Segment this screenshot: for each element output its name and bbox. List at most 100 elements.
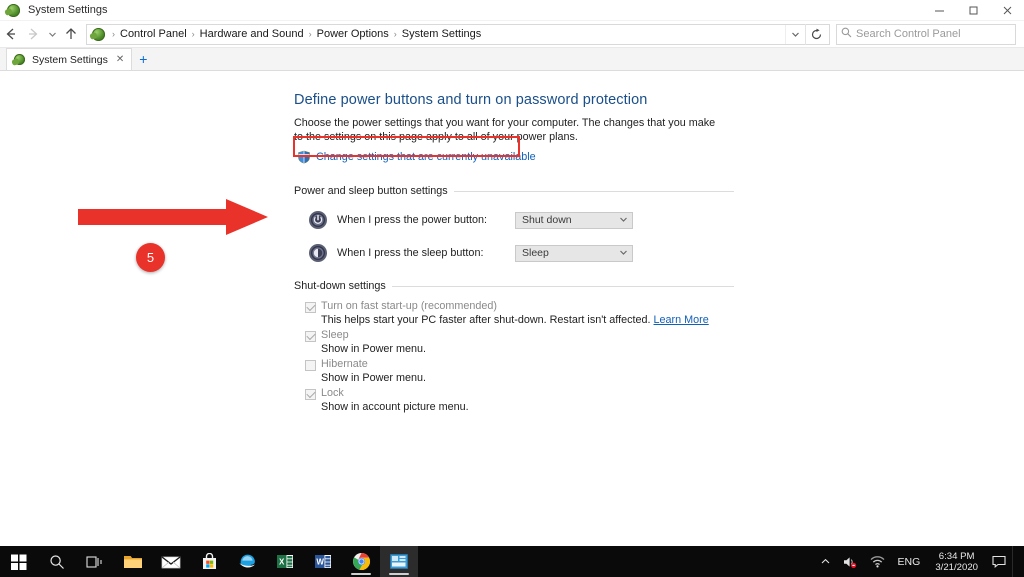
power-button-setting-row: When I press the power button: Shut down bbox=[294, 210, 734, 230]
clock[interactable]: 6:34 PM 3/21/2020 bbox=[927, 551, 986, 573]
recent-locations-chevron-down-icon[interactable] bbox=[44, 23, 60, 45]
maximize-icon[interactable] bbox=[956, 0, 990, 21]
power-sleep-group-header: Power and sleep button settings bbox=[294, 185, 734, 197]
chevron-down-icon bbox=[619, 248, 628, 259]
content-area: Define power buttons and turn on passwor… bbox=[0, 71, 1024, 542]
clock-time: 6:34 PM bbox=[938, 550, 975, 562]
start-button[interactable] bbox=[0, 546, 38, 577]
fast-startup-description: This helps start your PC faster after sh… bbox=[305, 314, 734, 326]
minimize-icon[interactable] bbox=[922, 0, 956, 21]
internet-explorer-button[interactable] bbox=[228, 546, 266, 577]
chrome-button[interactable] bbox=[342, 546, 380, 577]
page-description: Choose the power settings that you want … bbox=[294, 117, 716, 143]
breadcrumb-separator: › bbox=[112, 29, 115, 39]
language-indicator[interactable]: ENG bbox=[891, 556, 928, 568]
wifi-icon[interactable] bbox=[864, 546, 891, 577]
navigation-bar: › Control Panel › Hardware and Sound › P… bbox=[0, 21, 1024, 48]
task-view-button[interactable] bbox=[76, 546, 114, 577]
mail-button[interactable] bbox=[152, 546, 190, 577]
lock-row[interactable]: Lock bbox=[305, 387, 734, 400]
hibernate-label: Hibernate bbox=[321, 358, 368, 370]
search-input[interactable] bbox=[836, 23, 1016, 45]
svg-text:W: W bbox=[316, 558, 324, 567]
breadcrumb-separator: › bbox=[191, 29, 195, 39]
taskbar: X W ENG 6:34 PM 3/21/2020 bbox=[0, 546, 1024, 577]
show-desktop-button[interactable] bbox=[1012, 546, 1024, 577]
tab-system-settings[interactable]: System Settings ✕ bbox=[6, 48, 133, 70]
window-controls bbox=[922, 0, 1024, 21]
svg-text:X: X bbox=[279, 558, 285, 567]
fast-startup-row[interactable]: Turn on fast start-up (recommended) bbox=[305, 300, 734, 313]
back-arrow-icon[interactable] bbox=[0, 23, 22, 45]
search-icon bbox=[841, 27, 852, 41]
lock-checkbox[interactable] bbox=[305, 389, 316, 400]
address-bar[interactable]: › Control Panel › Hardware and Sound › P… bbox=[86, 23, 830, 45]
sleep-description: Show in Power menu. bbox=[321, 343, 427, 355]
shutdown-group-header: Shut-down settings bbox=[294, 280, 734, 292]
hibernate-description: Show in Power menu. bbox=[321, 372, 427, 384]
control-panel-globe-icon bbox=[14, 53, 27, 66]
hibernate-checkbox[interactable] bbox=[305, 360, 316, 371]
sleep-button-action-select[interactable]: Sleep bbox=[515, 244, 633, 262]
uac-shield-icon bbox=[297, 150, 311, 164]
breadcrumb-separator: › bbox=[308, 29, 312, 39]
hibernate-row[interactable]: Hibernate bbox=[305, 358, 734, 371]
close-icon[interactable] bbox=[990, 0, 1024, 21]
new-tab-button[interactable]: + bbox=[132, 51, 154, 67]
volume-muted-icon[interactable] bbox=[837, 546, 864, 577]
chevron-down-icon bbox=[619, 215, 628, 226]
word-button[interactable]: W bbox=[304, 546, 342, 577]
annotation-step-badge: 5 bbox=[136, 243, 165, 272]
microsoft-store-button[interactable] bbox=[190, 546, 228, 577]
search-button[interactable] bbox=[38, 546, 76, 577]
system-tray: ENG 6:34 PM 3/21/2020 bbox=[814, 546, 1024, 577]
control-panel-button[interactable] bbox=[380, 546, 418, 577]
fast-startup-label: Turn on fast start-up (recommended) bbox=[321, 300, 498, 312]
learn-more-link[interactable]: Learn More bbox=[654, 314, 709, 326]
fast-startup-checkbox[interactable] bbox=[305, 302, 316, 313]
tab-close-icon[interactable]: ✕ bbox=[113, 54, 127, 65]
sleep-button-setting-label: When I press the sleep button: bbox=[337, 247, 484, 259]
change-unavailable-settings-label: Change settings that are currently unava… bbox=[316, 151, 536, 163]
power-button-action-value: Shut down bbox=[522, 214, 572, 226]
annotation-arrow-icon bbox=[78, 197, 270, 237]
up-arrow-icon[interactable] bbox=[60, 23, 82, 45]
clock-date: 3/21/2020 bbox=[935, 561, 978, 573]
breadcrumb-item-hardware-and-sound[interactable]: Hardware and Sound bbox=[197, 27, 307, 41]
breadcrumb-item-control-panel[interactable]: Control Panel bbox=[117, 27, 190, 41]
settings-page: Define power buttons and turn on passwor… bbox=[294, 92, 734, 416]
fast-startup-description-text: This helps start your PC faster after sh… bbox=[321, 314, 651, 326]
screen: System Settings › Control Panel › Hardwa… bbox=[0, 0, 1024, 577]
address-dropdown-chevron-down-icon[interactable] bbox=[785, 24, 805, 44]
tray-overflow-chevron-up-icon[interactable] bbox=[814, 546, 837, 577]
sleep-label: Sleep bbox=[321, 329, 349, 341]
breadcrumb-item-power-options[interactable]: Power Options bbox=[314, 27, 392, 41]
window-title: System Settings bbox=[28, 4, 108, 16]
tab-label: System Settings bbox=[32, 53, 108, 66]
sleep-checkbox[interactable] bbox=[305, 331, 316, 342]
refresh-icon[interactable] bbox=[805, 23, 827, 45]
breadcrumb-item-system-settings[interactable]: System Settings bbox=[399, 27, 484, 41]
page-title: Define power buttons and turn on passwor… bbox=[294, 92, 648, 108]
excel-button[interactable]: X bbox=[266, 546, 304, 577]
tab-strip: System Settings ✕ + bbox=[0, 48, 1024, 71]
breadcrumb-separator: › bbox=[393, 29, 397, 39]
window-titlebar: System Settings bbox=[0, 0, 1024, 21]
group-divider bbox=[453, 190, 734, 192]
search-field[interactable] bbox=[856, 28, 1011, 40]
sleep-button-icon bbox=[308, 243, 328, 263]
lock-label: Lock bbox=[321, 387, 344, 399]
forward-arrow-icon bbox=[22, 23, 44, 45]
power-button-icon bbox=[308, 210, 328, 230]
sleep-button-action-value: Sleep bbox=[522, 247, 549, 259]
change-unavailable-settings-link[interactable]: Change settings that are currently unava… bbox=[294, 148, 540, 166]
control-panel-globe-icon bbox=[6, 2, 22, 18]
power-button-action-select[interactable]: Shut down bbox=[515, 211, 633, 229]
sleep-button-setting-row: When I press the sleep button: Sleep bbox=[294, 243, 734, 263]
notification-icon[interactable] bbox=[986, 546, 1012, 577]
lock-description: Show in account picture menu. bbox=[321, 401, 469, 413]
sleep-row[interactable]: Sleep bbox=[305, 329, 734, 342]
power-button-setting-label: When I press the power button: bbox=[337, 214, 488, 226]
file-explorer-button[interactable] bbox=[114, 546, 152, 577]
shutdown-group-label: Shut-down settings bbox=[294, 280, 386, 292]
